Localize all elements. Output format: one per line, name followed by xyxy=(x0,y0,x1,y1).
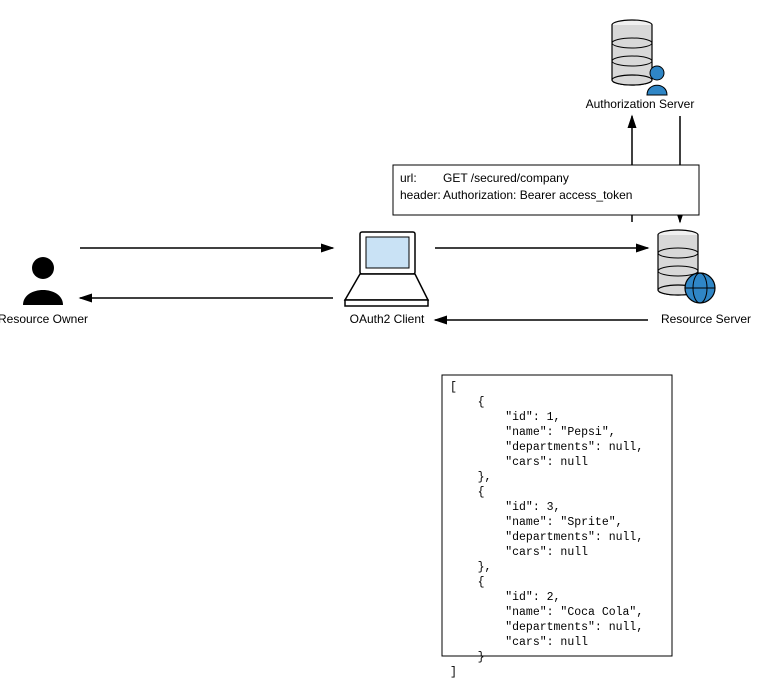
server-icon-resource xyxy=(658,230,715,303)
server-icon-auth xyxy=(612,20,667,95)
authorization-server-label: Authorization Server xyxy=(586,97,695,111)
person-icon xyxy=(23,257,63,305)
request-header-label: header: xyxy=(400,188,441,202)
request-header-value: Authorization: Bearer access_token xyxy=(443,188,632,202)
request-url-value: GET /secured/company xyxy=(443,171,569,185)
oauth2-client-label: OAuth2 Client xyxy=(350,312,425,326)
resource-owner-label: Resource Owner xyxy=(0,312,88,326)
request-url-label: url: xyxy=(400,171,417,185)
laptop-icon xyxy=(345,232,428,306)
resource-server-label: Resource Server xyxy=(661,312,751,326)
response-json: [ { "id": 1, "name": "Pepsi", "departmen… xyxy=(450,380,643,680)
